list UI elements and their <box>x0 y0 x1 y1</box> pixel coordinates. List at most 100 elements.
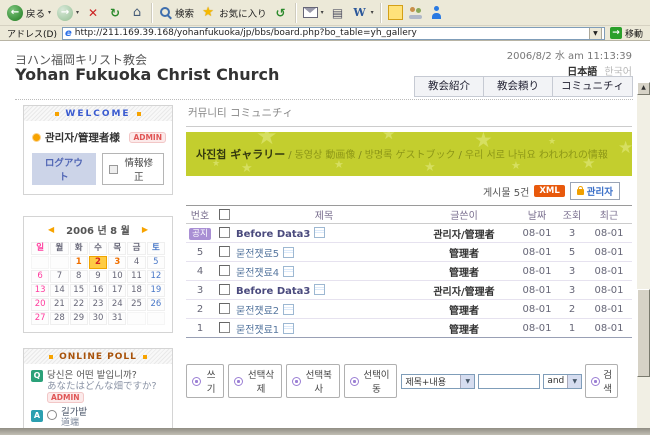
calendar-day <box>31 256 49 269</box>
post-title-link[interactable]: 묻전쟷료1 <box>236 325 279 336</box>
address-url: http://211.169.39.168/yohanfukuoka/jp/bb… <box>75 28 586 38</box>
cell-checkbox <box>214 322 234 334</box>
post-title-link[interactable]: Before Data3 <box>236 229 310 240</box>
search-button-toolbar[interactable]: 検索 <box>156 2 197 24</box>
welcome-title: WELCOME <box>65 109 130 119</box>
people-icon <box>409 6 424 19</box>
calendar-day[interactable]: 3 <box>108 256 126 269</box>
mail-button[interactable]: ▾ <box>300 2 327 24</box>
calendar-day-header: 월 <box>50 242 68 255</box>
forward-button[interactable]: → ▾ <box>54 2 82 24</box>
orange-square-icon <box>49 355 53 359</box>
history-button[interactable]: ↺ <box>270 2 292 24</box>
chevron-down-icon[interactable]: ▾ <box>321 9 324 16</box>
favorites-button[interactable]: ★ お気に入り <box>197 2 270 24</box>
chevron-down-icon[interactable]: ▾ <box>76 9 79 16</box>
post-title-link[interactable]: Before Data3 <box>236 286 310 297</box>
star-icon: ★ <box>424 161 436 174</box>
post-title-link[interactable]: 묻전쟷료2 <box>236 306 279 317</box>
calendar-day: 28 <box>50 312 68 325</box>
cell-author: 관리자/管理者 <box>412 283 516 298</box>
search-submit-button[interactable]: 검색 <box>585 364 618 398</box>
xml-button[interactable]: XML <box>534 185 564 197</box>
board-table-body: 공지Before Data3관리자/管理者08-01308-015묻전쟷료5管理… <box>186 224 632 337</box>
prev-month-button[interactable]: ◀ <box>48 225 54 234</box>
banner-separator: / <box>459 150 462 161</box>
messenger-button[interactable] <box>427 2 446 24</box>
action-button[interactable]: 선택복사 <box>286 364 340 398</box>
back-button[interactable]: ← 戻る ▾ <box>4 2 54 24</box>
a-badge: A <box>31 410 43 422</box>
table-row: 5묻전쟷료5管理者08-01508-01 <box>186 243 632 262</box>
calendar-day[interactable]: 2 <box>89 256 107 269</box>
forward-icon: → <box>57 5 73 21</box>
row-checkbox[interactable] <box>219 265 230 276</box>
select-all-checkbox[interactable] <box>219 209 230 220</box>
author-link[interactable]: 관리자/管理者 <box>433 230 494 241</box>
action-button[interactable]: 선택이동 <box>344 364 398 398</box>
row-checkbox[interactable] <box>219 227 230 238</box>
col-header-views: 조회 <box>558 207 586 222</box>
chevron-down-icon[interactable]: ▾ <box>371 9 374 16</box>
stop-button[interactable]: ✕ <box>82 2 104 24</box>
welcome-band: WELCOME <box>24 106 172 121</box>
vertical-scrollbar[interactable]: ▲ ▼ <box>637 82 650 428</box>
scroll-up-button[interactable]: ▲ <box>637 82 650 95</box>
calendar-day: 29 <box>70 312 88 325</box>
next-month-button[interactable]: ▶ <box>142 225 148 234</box>
radio-button[interactable] <box>47 410 57 420</box>
author-link[interactable]: 管理者 <box>449 325 479 336</box>
attachment-icon <box>314 227 325 238</box>
banner-menu-item[interactable]: 동영상 動画像 <box>295 150 356 161</box>
cell-date: 08-01 <box>516 247 558 258</box>
home-button[interactable]: ⌂ <box>126 2 148 24</box>
author-link[interactable]: 管理者 <box>449 306 479 317</box>
board-main: 커뮤니티 コミュニチィ ★ ★ ★ ★ ★ ★ ★ ★ ★ ★ ★ 사진첩 ギャ… <box>186 105 632 398</box>
banner-menu-item[interactable]: 방명록 ゲストブック <box>365 150 456 161</box>
author-link[interactable]: 管理者 <box>449 249 479 260</box>
action-button[interactable]: 선택삭제 <box>228 364 282 398</box>
back-icon: ← <box>7 5 23 21</box>
calendar-day[interactable]: 1 <box>70 256 88 269</box>
tab-church-news[interactable]: 教会頼り <box>484 76 553 97</box>
go-button[interactable]: → 移動 <box>605 27 648 40</box>
address-input[interactable]: e http://211.169.39.168/yohanfukuoka/jp/… <box>62 27 605 40</box>
row-checkbox[interactable] <box>219 322 230 333</box>
attachment-icon <box>283 304 294 315</box>
col-header-recent: 최근 <box>586 207 632 222</box>
go-label: 移動 <box>625 27 643 40</box>
calendar-day: 8 <box>70 270 88 283</box>
discuss-button[interactable] <box>406 2 427 24</box>
user-name: 관리자/管理者様 <box>45 130 125 145</box>
post-title-link[interactable]: 묻전쟷료4 <box>236 268 279 279</box>
notes-button[interactable] <box>385 2 406 24</box>
edit-info-button[interactable]: 情報修正 <box>102 153 164 185</box>
refresh-button[interactable]: ↻ <box>104 2 126 24</box>
row-checkbox[interactable] <box>219 284 230 295</box>
cell-title: Before Data3 <box>234 227 412 240</box>
address-dropdown-icon[interactable]: ▼ <box>589 27 602 40</box>
action-button[interactable]: 쓰기 <box>186 364 224 398</box>
tab-community[interactable]: コミュニチィ <box>553 76 633 97</box>
search-input[interactable] <box>478 374 540 389</box>
cell-recent: 08-01 <box>586 285 632 296</box>
calendar-day: 6 <box>31 270 49 283</box>
tab-church-intro[interactable]: 教会紹介 <box>414 76 484 97</box>
edit-with-word-button[interactable]: W ▾ <box>349 2 377 24</box>
chevron-down-icon: ▼ <box>460 375 474 388</box>
print-button[interactable]: ▤ <box>327 2 349 24</box>
board-admin-button[interactable]: 관리자 <box>570 182 620 200</box>
row-checkbox[interactable] <box>219 246 230 257</box>
post-title-link[interactable]: 묻전쟷료5 <box>236 249 279 260</box>
cell-date: 08-01 <box>516 228 558 239</box>
banner-menu-item[interactable]: 사진첩 ギャラリー <box>196 148 285 161</box>
author-link[interactable]: 管理者 <box>449 268 479 279</box>
logout-button[interactable]: ログアウト <box>32 153 96 185</box>
search-operator-select[interactable]: and ▼ <box>543 374 582 389</box>
row-checkbox[interactable] <box>219 303 230 314</box>
search-field-select[interactable]: 제목+내용 ▼ <box>401 374 475 389</box>
banner-menu-item[interactable]: 우리 서로 나눠요 われわれの情報 <box>465 150 608 161</box>
scrollbar-thumb[interactable] <box>637 289 650 377</box>
chevron-down-icon[interactable]: ▾ <box>48 9 51 16</box>
author-link[interactable]: 관리자/管理者 <box>433 287 494 298</box>
